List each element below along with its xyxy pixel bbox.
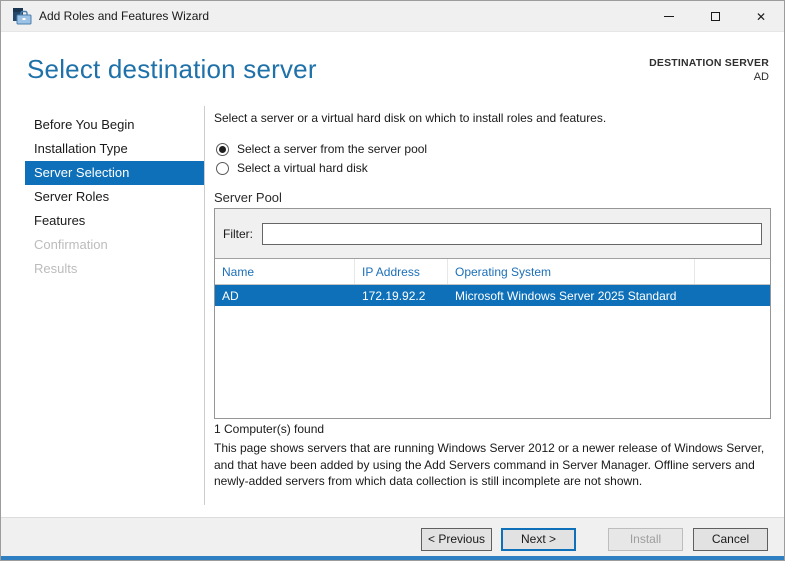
server-table-header: Name IP Address Operating System (215, 259, 770, 285)
destination-server-value: AD (753, 71, 769, 83)
column-header-operating-system[interactable]: Operating System (448, 259, 695, 284)
computers-found-text: 1 Computer(s) found (214, 422, 325, 436)
titlebar[interactable]: Add Roles and Features Wizard ✕ (1, 1, 784, 32)
close-icon: ✕ (755, 9, 767, 24)
sidebar-item-server-roles[interactable]: Server Roles (25, 185, 204, 209)
filter-input[interactable] (262, 222, 762, 245)
sidebar-item-results: Results (34, 261, 78, 276)
sidebar-item-server-selection[interactable]: Server Selection (25, 161, 204, 185)
sidebar-item-before-you-begin[interactable]: Before You Begin (25, 113, 204, 137)
radio-unselected-icon (216, 161, 229, 175)
add-roles-wizard-window: Add Roles and Features Wizard ✕ Select d… (0, 0, 785, 561)
destination-server-label: DESTINATION SERVER (649, 57, 769, 69)
sidebar-item-features[interactable]: Features (25, 209, 204, 233)
maximize-button[interactable] (692, 1, 738, 32)
install-button: Install (608, 528, 683, 551)
table-row-server-ad[interactable]: AD 172.19.92.2 Microsoft Windows Server … (215, 285, 770, 306)
server-pool-box: Filter: Name IP Address Operating System… (214, 208, 771, 419)
minimize-icon (664, 16, 674, 17)
radio-label: Select a server from the server pool (237, 142, 428, 156)
radio-selected-icon (216, 142, 229, 156)
column-header-name[interactable]: Name (215, 259, 355, 284)
close-button[interactable]: ✕ (738, 1, 784, 32)
cancel-button[interactable]: Cancel (693, 528, 768, 551)
bottom-accent-bar (1, 556, 784, 560)
filter-label: Filter: (223, 226, 253, 241)
column-header-ip-address[interactable]: IP Address (355, 259, 448, 284)
minimize-button[interactable] (646, 1, 692, 32)
maximize-icon (710, 12, 720, 21)
page-description-footer: This page shows servers that are running… (214, 441, 765, 488)
sidebar-item-installation-type[interactable]: Installation Type (25, 137, 204, 161)
column-header-empty (695, 259, 770, 284)
destination-server-block: DESTINATION SERVER AD (649, 57, 769, 83)
radio-label: Select a virtual hard disk (237, 161, 368, 175)
window-controls: ✕ (646, 1, 784, 32)
sidebar-item-confirmation: Confirmation (34, 237, 108, 252)
wizard-footer: < Previous Next > Install Cancel (1, 517, 784, 558)
cell-operating-system: Microsoft Windows Server 2025 Standard (455, 288, 677, 303)
sidebar-divider (204, 106, 205, 505)
cell-ip-address: 172.19.92.2 (362, 288, 426, 303)
window-title: Add Roles and Features Wizard (39, 9, 210, 23)
wizard-steps-nav: Before You Begin Installation Type Serve… (25, 113, 204, 281)
server-pool-title: Server Pool (214, 190, 282, 205)
cell-name: AD (222, 288, 239, 303)
next-button[interactable]: Next > (501, 528, 576, 551)
page-title: Select destination server (27, 54, 317, 84)
radio-select-server-pool[interactable]: Select a server from the server pool (216, 141, 427, 157)
filter-row: Filter: (215, 209, 770, 259)
page-description-intro: Select a server or a virtual hard disk o… (214, 111, 607, 125)
cell-empty (695, 285, 770, 306)
previous-button[interactable]: < Previous (421, 528, 492, 551)
server-manager-wizard-icon (12, 6, 32, 26)
radio-select-vhd[interactable]: Select a virtual hard disk (216, 160, 368, 176)
